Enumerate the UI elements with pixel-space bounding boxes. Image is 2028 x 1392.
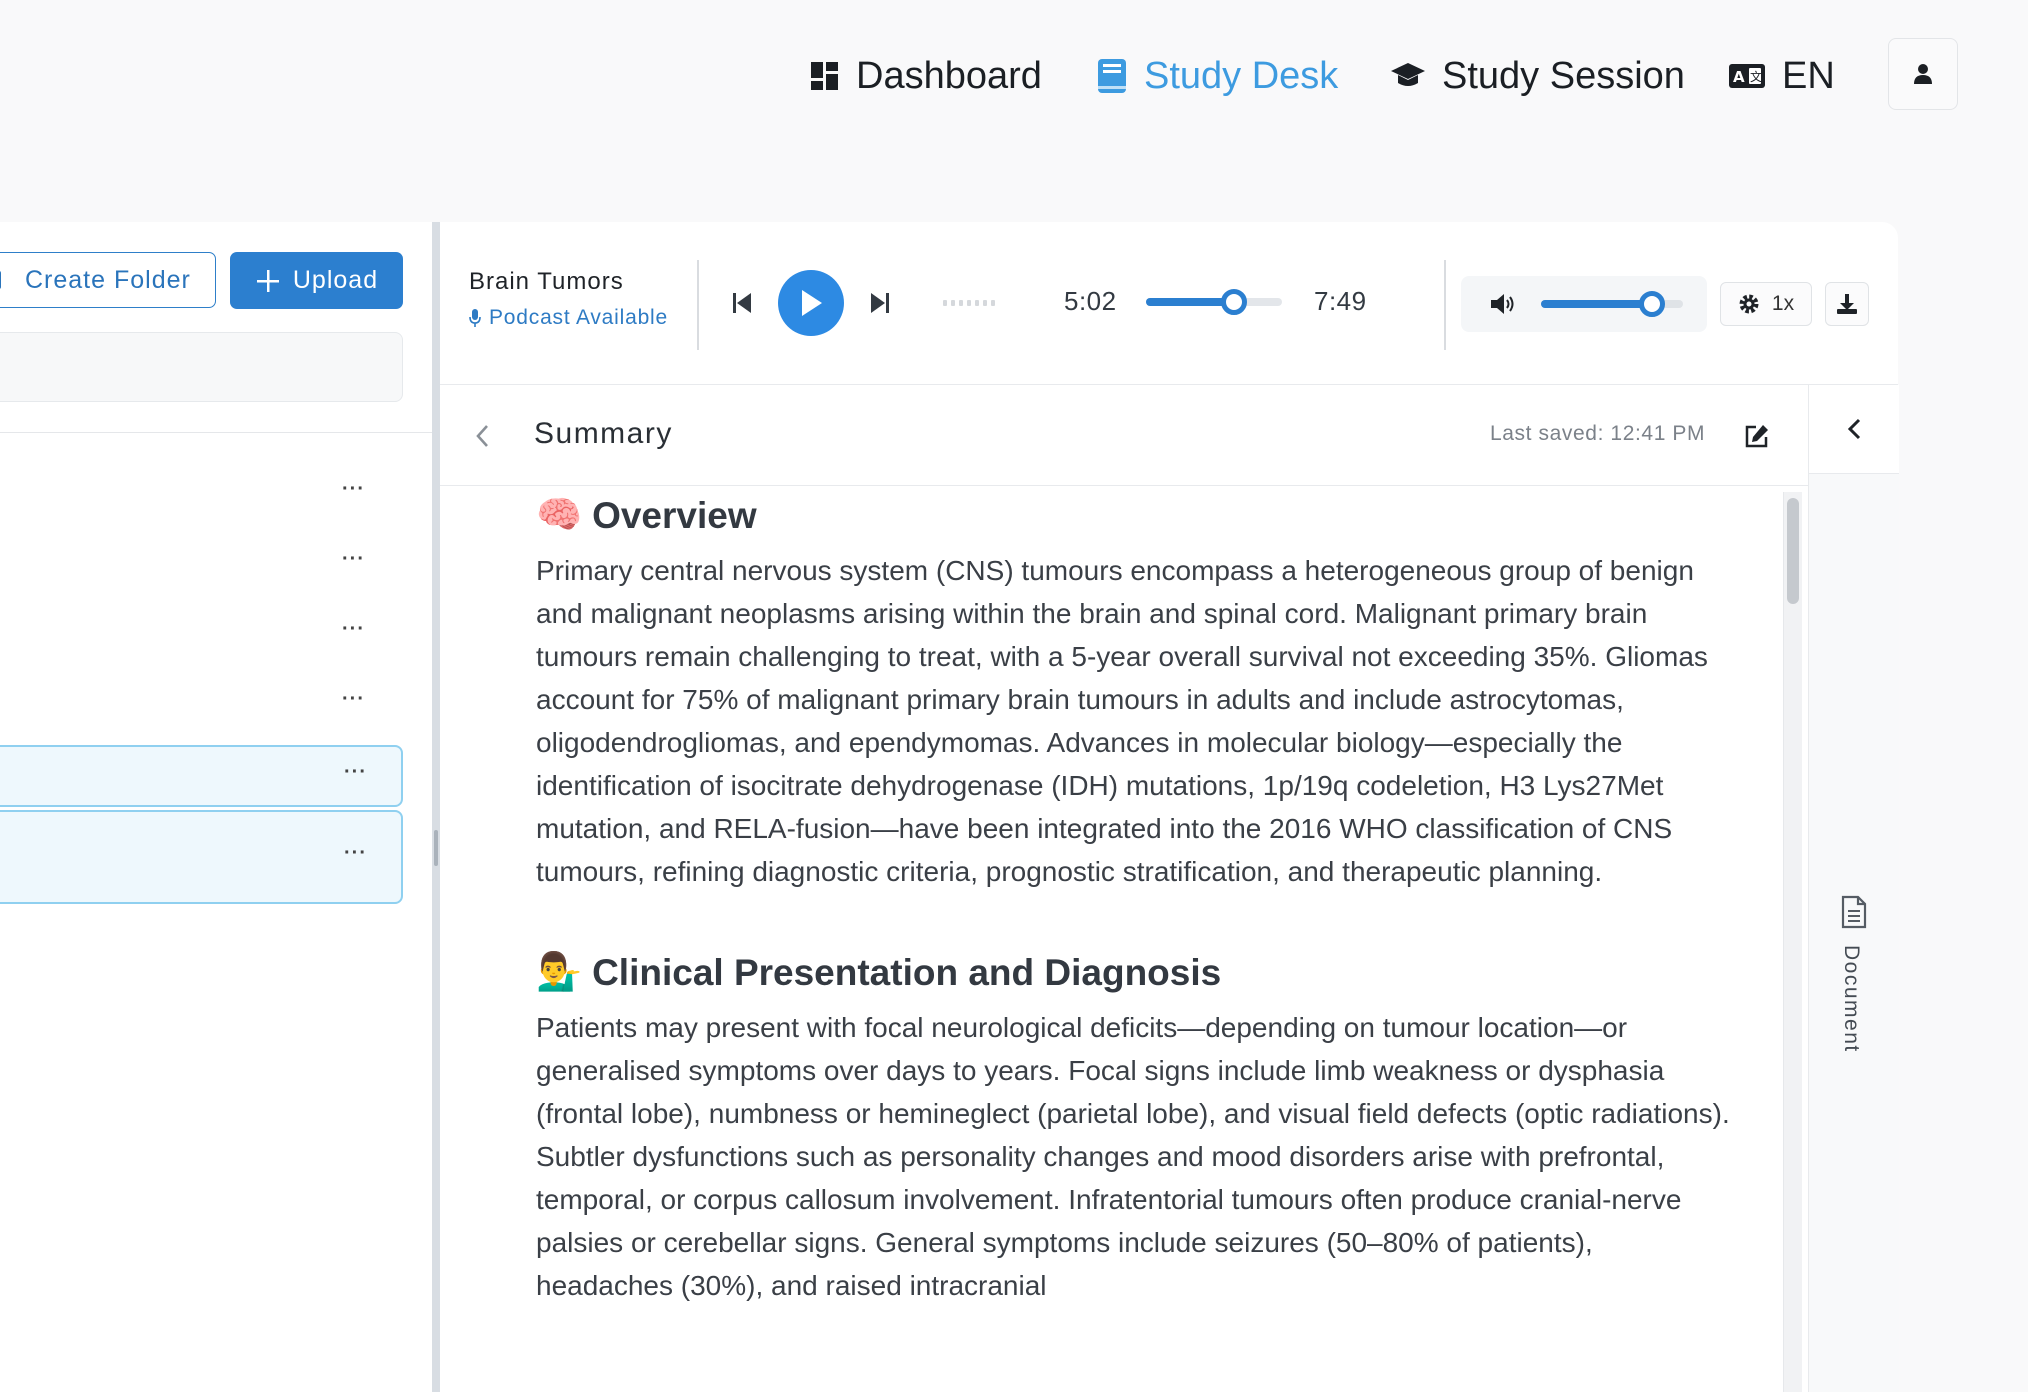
section-emoji: 💁‍♂️ xyxy=(536,951,583,992)
volume-slider[interactable] xyxy=(1541,291,1683,317)
row-menu-button[interactable]: ··· xyxy=(342,548,365,571)
volume-level xyxy=(1541,300,1652,308)
nav-dashboard-label: Dashboard xyxy=(856,54,1042,97)
row-menu-button[interactable]: ··· xyxy=(342,688,365,711)
section-paragraph: Patients may present with focal neurolog… xyxy=(536,1012,1730,1301)
sidebar-divider xyxy=(0,432,432,433)
row-menu-button[interactable]: ··· xyxy=(344,842,367,865)
svg-text:A: A xyxy=(1733,68,1745,86)
volume-icon[interactable] xyxy=(1490,293,1518,315)
folder-icon xyxy=(0,271,1,289)
download-icon xyxy=(1837,294,1857,314)
summary-header: Summary Last saved: 12:41 PM xyxy=(440,385,1808,486)
nav-study-session[interactable]: Study Session xyxy=(1390,50,1685,102)
row-menu-button[interactable]: ··· xyxy=(344,761,367,784)
microphone-icon xyxy=(469,309,481,327)
create-folder-button[interactable]: Create Folder xyxy=(0,252,216,308)
section-heading-text: Clinical Presentation and Diagnosis xyxy=(592,951,1222,993)
volume-control xyxy=(1461,276,1707,332)
podcast-title: Brain Tumors xyxy=(469,268,624,295)
dashboard-icon xyxy=(811,62,838,90)
seek-handle[interactable] xyxy=(1221,289,1247,315)
section-heading: 💁‍♂️ Clinical Presentation and Diagnosis xyxy=(536,951,1736,994)
back-chevron-icon[interactable] xyxy=(474,423,490,449)
upload-label: Upload xyxy=(292,266,379,294)
row-menu-button[interactable]: ··· xyxy=(342,618,365,641)
content-scrollbar[interactable] xyxy=(1783,492,1802,1392)
nav-dashboard[interactable]: Dashboard xyxy=(810,50,1042,102)
playback-speed-button[interactable]: 1x xyxy=(1720,282,1812,326)
language-label: EN xyxy=(1782,54,1835,97)
user-menu-button[interactable] xyxy=(1888,38,1958,110)
play-icon xyxy=(802,290,822,316)
podcast-player: Brain Tumors Podcast Available 5:02 7:49… xyxy=(440,222,1898,385)
section-heading-text: Overview xyxy=(592,494,757,536)
panel-resizer[interactable] xyxy=(432,222,440,1392)
edit-icon[interactable] xyxy=(1744,423,1770,449)
language-selector[interactable]: A 文 EN xyxy=(1728,50,1835,102)
file-row[interactable]: ··· xyxy=(0,540,403,590)
document-label[interactable]: Document xyxy=(1839,945,1863,1053)
player-separator xyxy=(697,260,699,350)
nav-study-session-label: Study Session xyxy=(1442,54,1685,97)
file-row[interactable]: ··· xyxy=(0,610,403,660)
resize-grip[interactable] xyxy=(434,830,438,866)
nav-study-desk[interactable]: Study Desk xyxy=(1096,50,1338,102)
graduation-cap-icon xyxy=(1391,63,1425,86)
upload-button[interactable]: Upload xyxy=(230,252,403,309)
file-row-selected[interactable]: ··· xyxy=(0,810,403,904)
skip-forward-icon xyxy=(871,293,889,313)
plus-icon xyxy=(256,269,279,292)
search-input[interactable] xyxy=(0,332,403,402)
svg-text:文: 文 xyxy=(1750,69,1762,84)
document-side-panel: Document xyxy=(1808,385,1899,1392)
section-heading: 🧠 Overview xyxy=(536,494,1736,537)
current-time: 5:02 xyxy=(1064,286,1117,316)
translate-icon: A 文 xyxy=(1729,64,1765,88)
nav-study-desk-label: Study Desk xyxy=(1144,54,1339,97)
row-menu-button[interactable]: ··· xyxy=(342,478,365,501)
total-time: 7:49 xyxy=(1314,286,1367,316)
summary-title: Summary xyxy=(534,417,673,450)
summary-content: 🧠 Overview Primary central nervous syste… xyxy=(536,494,1736,1307)
playback-speed-label: 1x xyxy=(1771,292,1795,315)
previous-button[interactable] xyxy=(730,288,754,318)
play-button[interactable] xyxy=(778,270,844,336)
file-row-selected[interactable]: ··· xyxy=(0,745,403,807)
gear-icon xyxy=(1739,294,1759,314)
document-icon[interactable] xyxy=(1840,895,1868,929)
podcast-subtitle: Podcast Available xyxy=(489,306,668,329)
top-navigation: Dashboard Study Desk Study Session A 文 E… xyxy=(0,0,2028,150)
podcast-available-link[interactable]: Podcast Available xyxy=(469,306,668,330)
skip-back-icon xyxy=(733,293,751,313)
section-paragraph: Primary central nervous system (CNS) tum… xyxy=(536,555,1708,887)
volume-handle[interactable] xyxy=(1639,291,1665,317)
file-row[interactable]: ··· xyxy=(0,470,403,520)
create-folder-label: Create Folder xyxy=(25,265,191,294)
section-emoji: 🧠 xyxy=(536,494,583,535)
last-saved-text: Last saved: 12:41 PM xyxy=(1490,422,1706,445)
waveform-indicator xyxy=(943,300,995,306)
seek-slider[interactable] xyxy=(1146,289,1282,315)
book-icon xyxy=(1098,59,1126,93)
chevron-left-icon xyxy=(1847,418,1861,440)
study-main-panel: Brain Tumors Podcast Available 5:02 7:49… xyxy=(440,222,1899,1392)
download-button[interactable] xyxy=(1825,282,1869,326)
expand-document-button[interactable] xyxy=(1809,385,1899,474)
user-icon xyxy=(1914,64,1932,84)
scroll-thumb[interactable] xyxy=(1787,498,1799,604)
player-separator xyxy=(1444,260,1446,350)
file-row[interactable]: ··· xyxy=(0,680,403,730)
next-button[interactable] xyxy=(868,288,892,318)
